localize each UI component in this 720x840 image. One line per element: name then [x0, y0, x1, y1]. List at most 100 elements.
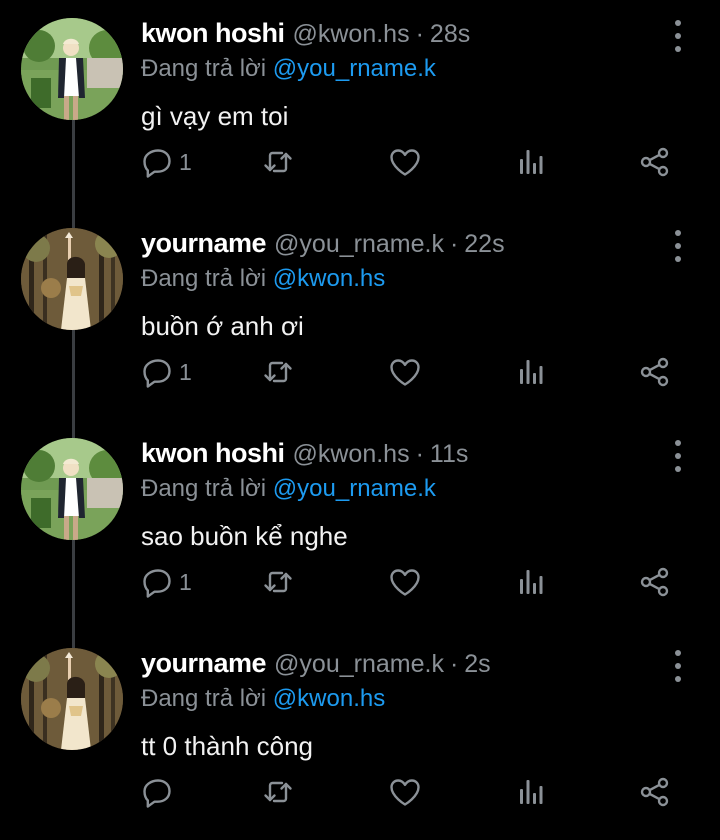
timestamp[interactable]: 22s — [464, 230, 504, 259]
more-vertical-icon — [675, 650, 681, 656]
stats-icon — [520, 150, 543, 174]
like-button[interactable] — [388, 772, 422, 812]
share-icon — [640, 147, 669, 177]
retweet-icon — [264, 571, 292, 593]
user-handle[interactable]: @kwon.hs — [293, 440, 410, 469]
retweet-button[interactable] — [261, 142, 295, 182]
display-name[interactable]: yourname — [141, 648, 267, 679]
retweet-button[interactable] — [261, 562, 295, 602]
tweet-text: gì vạy em toi — [141, 101, 289, 131]
action-bar: 1 — [0, 352, 720, 392]
stats-button[interactable] — [514, 352, 548, 392]
avatar-photo — [21, 648, 123, 750]
tweet[interactable]: kwon hoshi @kwon.hs · 28s Đang trả lời @… — [0, 0, 720, 210]
retweet-button[interactable] — [261, 772, 295, 812]
retweet-icon — [264, 781, 292, 803]
more-options-button[interactable] — [668, 440, 688, 472]
timestamp[interactable]: 2s — [464, 650, 490, 679]
more-vertical-icon — [675, 230, 681, 236]
display-name[interactable]: kwon hoshi — [141, 18, 285, 49]
user-handle[interactable]: @you_rname.k — [274, 230, 444, 259]
share-button[interactable] — [638, 142, 672, 182]
tweet-header: yourname @you_rname.k · 2s — [141, 648, 491, 684]
stats-button[interactable] — [514, 562, 548, 602]
reply-icon — [143, 779, 171, 808]
tweet[interactable]: kwon hoshi @kwon.hs · 11s Đang trả lời @… — [0, 420, 720, 630]
stats-icon — [520, 360, 543, 384]
reply-count: 1 — [179, 358, 192, 385]
separator-dot: · — [415, 440, 424, 468]
reply-button[interactable]: 1 — [141, 562, 192, 602]
like-button[interactable] — [388, 562, 422, 602]
tweet[interactable]: yourname @you_rname.k · 22s Đang trả lời… — [0, 210, 720, 420]
reply-icon — [143, 359, 171, 388]
more-options-button[interactable] — [668, 20, 688, 52]
stats-button[interactable] — [514, 772, 548, 812]
replying-to-line: Đang trả lời @you_rname.k — [141, 475, 436, 503]
avatar[interactable] — [21, 18, 123, 120]
tweet[interactable]: yourname @you_rname.k · 2s Đang trả lời … — [0, 630, 720, 840]
more-options-button[interactable] — [668, 230, 688, 262]
reply-button[interactable] — [141, 772, 175, 812]
replying-to-line: Đang trả lời @kwon.hs — [141, 685, 385, 713]
heart-icon — [390, 359, 420, 386]
reply-button[interactable]: 1 — [141, 142, 192, 182]
reply-icon — [143, 569, 171, 598]
share-button[interactable] — [638, 562, 672, 602]
replying-to-line: Đang trả lời @you_rname.k — [141, 55, 436, 83]
avatar[interactable] — [21, 438, 123, 540]
share-button[interactable] — [638, 772, 672, 812]
replying-to-label: Đang trả lời — [141, 55, 267, 82]
user-handle[interactable]: @kwon.hs — [293, 20, 410, 49]
reply-count: 1 — [179, 148, 192, 175]
mention-link[interactable]: @you_rname.k — [273, 475, 436, 502]
like-button[interactable] — [388, 142, 422, 182]
replying-to-label: Đang trả lời — [141, 265, 267, 292]
stats-icon — [520, 780, 543, 804]
retweet-button[interactable] — [261, 352, 295, 392]
separator-dot: · — [449, 230, 459, 258]
user-handle[interactable]: @you_rname.k — [274, 650, 444, 679]
separator-dot: · — [415, 20, 424, 48]
mention-link[interactable]: @you_rname.k — [273, 55, 436, 82]
tweet-header: yourname @you_rname.k · 22s — [141, 228, 505, 264]
stats-button[interactable] — [514, 142, 548, 182]
tweet-header: kwon hoshi @kwon.hs · 28s — [141, 18, 470, 54]
like-button[interactable] — [388, 352, 422, 392]
retweet-icon — [264, 361, 292, 383]
mention-link[interactable]: @kwon.hs — [273, 685, 385, 712]
mention-link[interactable]: @kwon.hs — [273, 265, 385, 292]
reply-icon — [143, 149, 171, 178]
tweet-text: tt 0 thành công — [141, 731, 314, 761]
display-name[interactable]: yourname — [141, 228, 267, 259]
timestamp[interactable]: 11s — [430, 440, 468, 469]
action-bar: 1 — [0, 142, 720, 182]
stats-icon — [520, 570, 543, 594]
display-name[interactable]: kwon hoshi — [141, 438, 285, 469]
avatar-photo — [21, 438, 123, 540]
timestamp[interactable]: 28s — [430, 20, 470, 49]
more-vertical-icon — [675, 20, 681, 26]
replying-to-label: Đang trả lời — [141, 475, 267, 502]
reply-button[interactable]: 1 — [141, 352, 192, 392]
replying-to-line: Đang trả lời @kwon.hs — [141, 265, 385, 293]
avatar[interactable] — [21, 228, 123, 330]
action-bar — [0, 772, 720, 812]
more-vertical-icon — [675, 440, 681, 446]
retweet-icon — [264, 151, 292, 173]
action-bar: 1 — [0, 562, 720, 602]
more-options-button[interactable] — [668, 650, 688, 682]
share-button[interactable] — [638, 352, 672, 392]
share-icon — [640, 357, 669, 387]
share-icon — [640, 777, 669, 807]
tweet-header: kwon hoshi @kwon.hs · 11s — [141, 438, 468, 474]
share-icon — [640, 567, 669, 597]
separator-dot: · — [449, 650, 459, 678]
avatar-photo — [21, 228, 123, 330]
heart-icon — [390, 569, 420, 596]
tweet-text: buồn ớ anh ơi — [141, 311, 304, 341]
heart-icon — [390, 149, 420, 176]
tweet-text: sao buồn kể nghe — [141, 521, 348, 551]
avatar-photo — [21, 18, 123, 120]
avatar[interactable] — [21, 648, 123, 750]
